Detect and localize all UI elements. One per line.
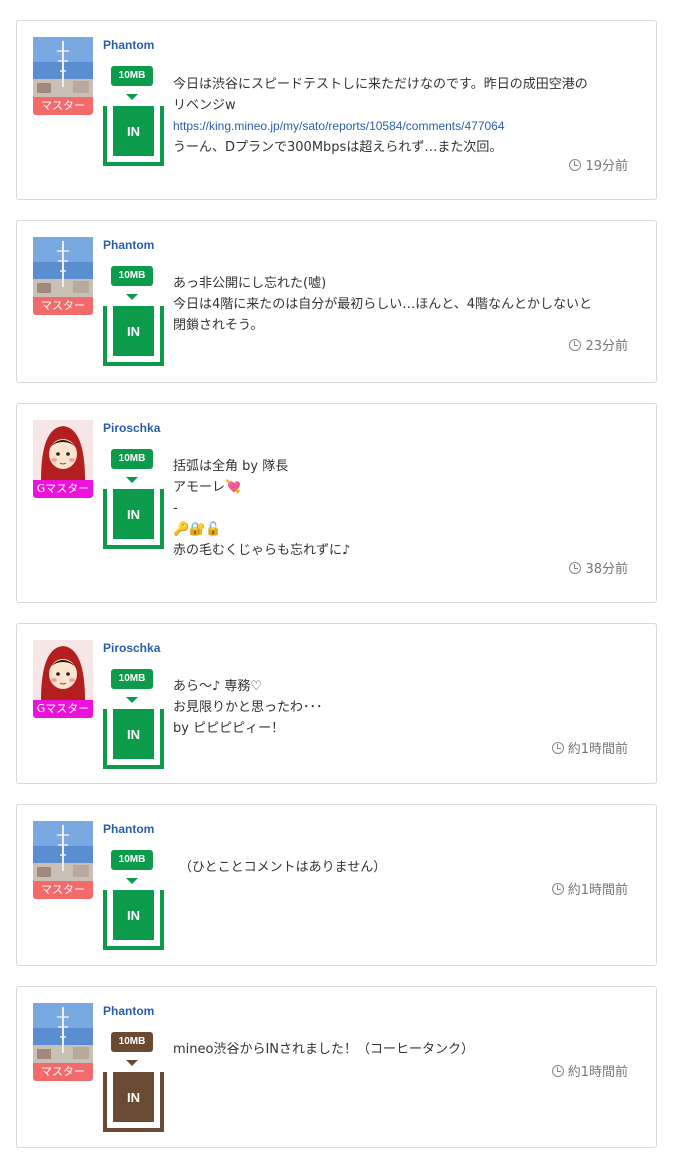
rank-badge: マスター [33, 1063, 93, 1081]
red-hood-girl-icon [33, 420, 93, 480]
timestamp: 約1時間前 [551, 1061, 628, 1080]
report-link[interactable]: https://king.mineo.jp/my/sato/reports/10… [173, 119, 505, 133]
tank-amount: 10MB [111, 266, 153, 286]
tank-label: IN [113, 890, 154, 940]
tank-label: IN [113, 489, 154, 539]
tank-amount: 10MB [111, 66, 153, 86]
tower-photo-icon [33, 37, 93, 97]
post-body: あら〜♪ 専務♡ お見限りかと思ったわ･･･ by ピピピピィー！ [173, 676, 632, 739]
post-line: あっ非公開にし忘れた(嘘) [173, 276, 327, 291]
tank-icon: IN [103, 890, 164, 950]
time-text: 約1時間前 [567, 1065, 628, 1080]
avatar[interactable] [33, 640, 93, 700]
tank-amount: 10MB [111, 449, 153, 469]
clock-icon [569, 338, 582, 351]
post-body: （ひとことコメントはありません） [179, 857, 632, 878]
tank-label: IN [113, 709, 154, 759]
rank-badge: マスター [33, 297, 93, 315]
post-body: あっ非公開にし忘れた(嘘) 今日は4階に来たのは自分が最初らしい…ほんと、4階な… [173, 273, 632, 336]
post-line: 🔑🔐🔓 [173, 522, 222, 537]
avatar[interactable] [33, 420, 93, 480]
post-line: （ひとことコメントはありません） [179, 860, 387, 875]
clock-icon [551, 1064, 564, 1077]
tank-activity-feed: マスター Phantom 10MB IN 今日は渋谷にスピードテストしに来ただけ… [0, 0, 683, 1169]
tank-icon: IN [103, 709, 164, 769]
down-arrow-icon [126, 477, 138, 483]
clock-icon [569, 561, 582, 574]
post-line: - [173, 501, 178, 516]
username-link[interactable]: Phantom [103, 238, 154, 252]
tower-photo-icon [33, 237, 93, 297]
post-line: mineo渋谷からINされました！（コーヒータンク） [173, 1042, 475, 1057]
tank-amount: 10MB [111, 1032, 153, 1052]
timestamp: 約1時間前 [551, 738, 628, 757]
timestamp: 38分前 [569, 558, 628, 577]
tank-amount: 10MB [111, 669, 153, 689]
red-hood-girl-icon [33, 640, 93, 700]
tank-label: IN [113, 106, 154, 156]
post-line: 今日は渋谷にスピードテストしに来ただけなのです。昨日の成田空港の [173, 77, 588, 92]
avatar[interactable] [33, 821, 93, 881]
avatar[interactable] [33, 37, 93, 97]
post-line: 括弧は全角 by 隊長 [173, 459, 289, 474]
post-line: リベンジw [173, 98, 236, 113]
post-line: あら〜♪ 専務♡ [173, 679, 263, 694]
post-line: アモーレ💘 [173, 480, 242, 495]
down-arrow-icon [126, 294, 138, 300]
username-link[interactable]: Piroschka [103, 421, 160, 435]
tower-photo-icon [33, 821, 93, 881]
avatar[interactable] [33, 1003, 93, 1063]
post-card: マスター Phantom 10MB IN あっ非公開にし忘れた(嘘) 今日は4階… [16, 220, 657, 383]
tank-icon: IN [103, 1072, 164, 1132]
tank-amount: 10MB [111, 850, 153, 870]
tank-label: IN [113, 1072, 154, 1122]
username-link[interactable]: Phantom [103, 38, 154, 52]
post-card: マスター Phantom 10MB IN 今日は渋谷にスピードテストしに来ただけ… [16, 20, 657, 200]
tower-photo-icon [33, 1003, 93, 1063]
post-card: マスター Phantom 10MB IN （ひとことコメントはありません） 約1… [16, 804, 657, 966]
post-line: うーん、Dプランで300Mbpsは超えられず…また次回。 [173, 140, 503, 155]
time-text: 23分前 [585, 339, 628, 354]
post-card: Gマスター Piroschka 10MB IN あら〜♪ 専務♡ お見限りかと思… [16, 623, 657, 784]
time-text: 38分前 [585, 562, 628, 577]
tank-icon: IN [103, 306, 164, 366]
down-arrow-icon [126, 1060, 138, 1066]
username-link[interactable]: Phantom [103, 822, 154, 836]
post-line: 赤の毛むくじゃらも忘れずに♪ [173, 543, 351, 558]
clock-icon [551, 741, 564, 754]
post-body: mineo渋谷からINされました！（コーヒータンク） [173, 1039, 632, 1060]
post-body: 括弧は全角 by 隊長 アモーレ💘 - 🔑🔐🔓 赤の毛むくじゃらも忘れずに♪ [173, 456, 632, 561]
tank-icon: IN [103, 489, 164, 549]
post-body: 今日は渋谷にスピードテストしに来ただけなのです。昨日の成田空港の リベンジw h… [173, 74, 632, 158]
tank-icon: IN [103, 106, 164, 166]
post-card: Gマスター Piroschka 10MB IN 括弧は全角 by 隊長 アモーレ… [16, 403, 657, 603]
post-card: マスター Phantom 10MB IN mineo渋谷からINされました！（コ… [16, 986, 657, 1148]
time-text: 約1時間前 [567, 742, 628, 757]
timestamp: 約1時間前 [551, 879, 628, 898]
rank-badge: マスター [33, 97, 93, 115]
time-text: 約1時間前 [567, 883, 628, 898]
clock-icon [569, 158, 582, 171]
timestamp: 19分前 [569, 155, 628, 174]
timestamp: 23分前 [569, 335, 628, 354]
post-line: 閉鎖されそう。 [173, 318, 264, 333]
post-line: お見限りかと思ったわ･･･ [173, 700, 323, 715]
clock-icon [551, 882, 564, 895]
rank-badge: Gマスター [33, 700, 93, 718]
avatar[interactable] [33, 237, 93, 297]
time-text: 19分前 [585, 159, 628, 174]
username-link[interactable]: Piroschka [103, 641, 160, 655]
down-arrow-icon [126, 94, 138, 100]
down-arrow-icon [126, 697, 138, 703]
post-line: by ピピピピィー！ [173, 721, 285, 736]
username-link[interactable]: Phantom [103, 1004, 154, 1018]
down-arrow-icon [126, 878, 138, 884]
post-line: 今日は4階に来たのは自分が最初らしい…ほんと、4階なんとかしないと [173, 297, 593, 312]
rank-badge: Gマスター [33, 480, 93, 498]
rank-badge: マスター [33, 881, 93, 899]
tank-label: IN [113, 306, 154, 356]
